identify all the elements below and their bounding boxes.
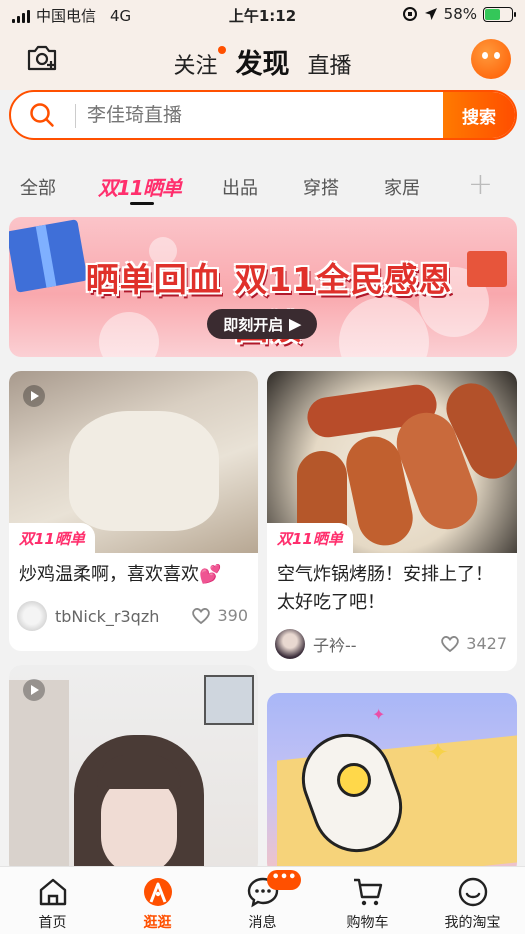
like-button[interactable]: 3427	[440, 634, 507, 653]
avatar	[275, 629, 305, 659]
location-icon	[424, 8, 437, 20]
search-icon	[30, 103, 54, 127]
heart-icon	[441, 635, 460, 652]
post-author[interactable]: 子衿--	[275, 629, 357, 659]
category-outfits[interactable]: 穿搭	[303, 174, 339, 200]
tab-discover[interactable]: 发现	[236, 42, 290, 81]
like-count: 3427	[466, 634, 507, 653]
cart-icon	[353, 878, 382, 906]
category-tabs: 全部 双11晒单 出品 穿搭 家居 +	[0, 157, 525, 207]
tab-live[interactable]: 直播	[308, 48, 352, 80]
battery-icon	[483, 6, 516, 22]
like-button[interactable]: 390	[191, 606, 248, 625]
author-name: 子衿--	[313, 636, 357, 655]
post-author[interactable]: tbNick_r3qzh	[17, 601, 159, 631]
tab-home[interactable]: 首页	[0, 867, 105, 934]
avatar	[17, 601, 47, 631]
star-icon: ✦	[372, 705, 386, 724]
home-icon	[39, 878, 66, 906]
star-icon: ✦	[427, 738, 449, 768]
notification-badge: •••	[267, 870, 301, 890]
promo-banner[interactable]: 晒单回血 双11全民感恩回馈 即刻开启▶	[9, 217, 517, 357]
heart-icon	[192, 607, 211, 624]
author-name: tbNick_r3qzh	[55, 606, 160, 626]
feed-card[interactable]: ✦ ✦	[267, 693, 517, 875]
post-title: 炒鸡温柔啊，喜欢喜欢💕	[19, 564, 222, 585]
feed-card[interactable]	[9, 665, 258, 875]
post-tag: 双11晒单	[9, 523, 95, 553]
new-dot	[217, 46, 226, 54]
battery-percent: 58%	[443, 5, 477, 23]
tab-following[interactable]: 关注	[173, 46, 226, 80]
tab-cart[interactable]: 购物车	[315, 867, 420, 934]
tab-messages[interactable]: 消息 •••	[210, 867, 315, 934]
video-icon	[23, 385, 45, 407]
top-header: 关注 发现 直播	[0, 30, 525, 90]
banner-start-button[interactable]: 即刻开启 ▶	[207, 309, 317, 339]
category-all[interactable]: 全部	[20, 174, 56, 200]
discover-icon	[143, 878, 172, 906]
category-home[interactable]: 家居	[384, 174, 420, 200]
post-tag: 双11晒单	[267, 523, 353, 553]
tab-profile[interactable]: 我的淘宝	[420, 867, 525, 934]
search-input[interactable]	[87, 99, 447, 131]
post-image: ✦ ✦	[267, 693, 517, 875]
add-category-icon[interactable]: +	[468, 167, 493, 202]
bottom-tab-bar: 首页 逛逛 消息 ••• 购物车 我的淘宝	[0, 866, 525, 934]
search-bar: 搜索	[9, 90, 517, 140]
post-image: 双11晒单	[9, 371, 258, 553]
category-products[interactable]: 出品	[222, 174, 258, 200]
feed-card[interactable]: 双11晒单 炒鸡温柔啊，喜欢喜欢💕 tbNick_r3qzh 390	[9, 371, 258, 651]
status-bar: 中国电信 4G 上午1:12 58%	[0, 0, 525, 30]
play-arrow-icon: ▶	[289, 316, 301, 333]
search-divider	[75, 104, 76, 128]
rotation-lock-icon	[402, 7, 417, 21]
active-tab-indicator	[130, 202, 154, 205]
post-image: 双11晒单	[267, 371, 517, 553]
post-title: 空气炸锅烤肠！安排上了！ 太好吃了吧！	[277, 564, 493, 613]
like-count: 390	[217, 606, 248, 625]
category-double11[interactable]: 双11晒单	[98, 172, 182, 201]
post-image	[9, 665, 258, 875]
feed-card[interactable]: 双11晒单 空气炸锅烤肠！安排上了！ 太好吃了吧！ 子衿-- 3427	[267, 371, 517, 671]
search-button[interactable]: 搜索	[443, 92, 515, 138]
profile-icon	[458, 877, 487, 907]
gift-box-icon	[467, 251, 507, 287]
avatar[interactable]	[471, 39, 511, 79]
video-icon	[23, 679, 45, 701]
tab-discover[interactable]: 逛逛	[105, 867, 210, 934]
